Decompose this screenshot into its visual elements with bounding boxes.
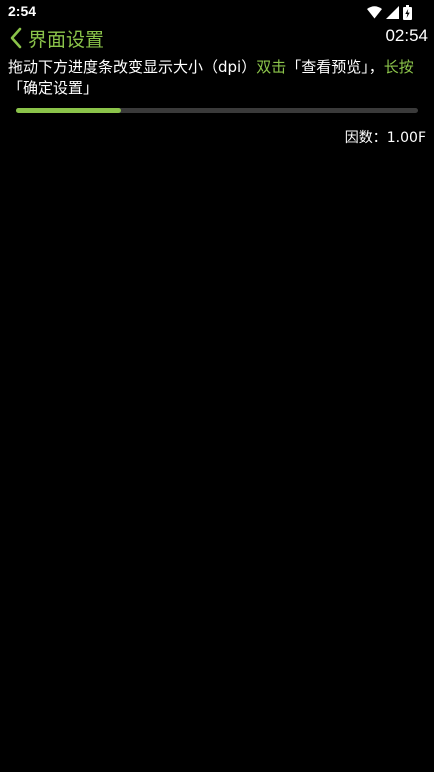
instruction-part-1: 拖动下方进度条改变显示大小（dpi） xyxy=(8,58,257,76)
page-title: 界面设置 xyxy=(28,28,105,51)
instruction-long-press: 长按 xyxy=(383,58,414,76)
instruction-part-2: 「查看预览」， xyxy=(286,58,384,76)
factor-label: 因数： xyxy=(344,130,387,146)
factor-readout: 因数：1.00F xyxy=(345,127,426,147)
instruction-double-tap: 双击 xyxy=(256,58,287,76)
app-clock: 02:54 xyxy=(385,26,428,45)
dpi-slider[interactable] xyxy=(16,108,418,113)
app-bar: 界面设置 02:54 xyxy=(0,24,434,52)
wifi-icon xyxy=(367,5,382,18)
status-icons xyxy=(367,4,412,20)
chevron-left-icon[interactable] xyxy=(8,27,24,49)
factor-value: 1.00F xyxy=(386,130,426,146)
status-time: 2:54 xyxy=(8,3,37,19)
battery-icon xyxy=(403,4,412,20)
signal-icon xyxy=(386,5,399,19)
instruction-part-3: 「确定设置」 xyxy=(8,79,99,97)
back-button[interactable]: 界面设置 xyxy=(8,24,104,52)
status-bar: 2:54 xyxy=(0,0,434,24)
instruction-text: 拖动下方进度条改变显示大小（dpi）双击「查看预览」，长按「确定设置」 xyxy=(8,57,428,99)
slider-fill xyxy=(16,108,121,113)
